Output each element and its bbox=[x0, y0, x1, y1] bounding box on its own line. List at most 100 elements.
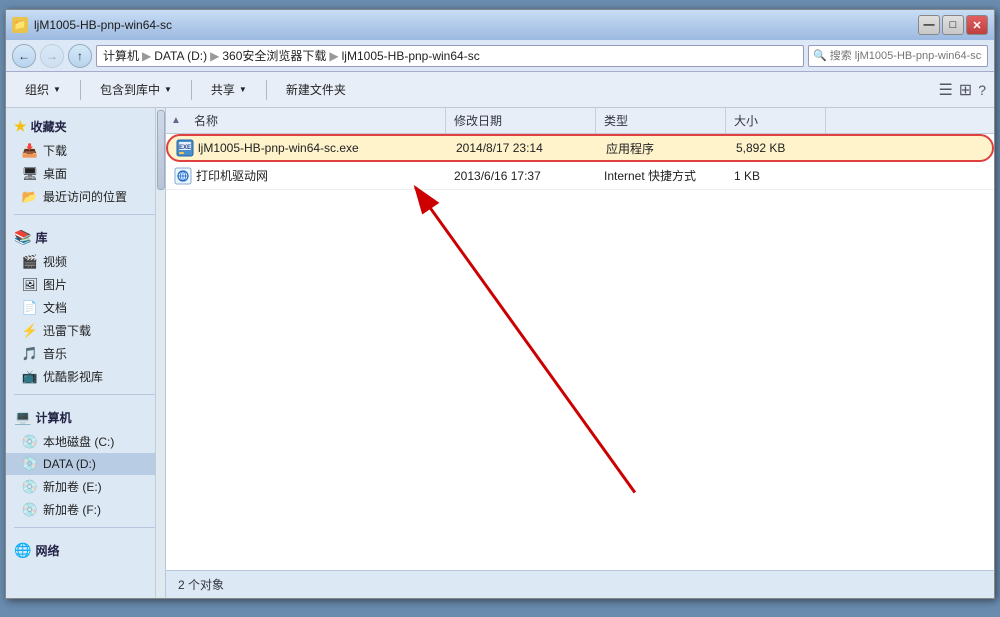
sidebar-item-label: 视频 bbox=[43, 253, 67, 270]
download-icon: 📥 bbox=[22, 143, 38, 159]
toolbar-separator bbox=[191, 80, 192, 100]
drive-c-icon: 💿 bbox=[22, 434, 38, 450]
file-row[interactable]: EXE ljM1005-HB-pnp-win64-sc.exe 2014/8/1… bbox=[166, 134, 994, 162]
sidebar-divider bbox=[14, 214, 157, 215]
sidebar-item-download[interactable]: 📥 下载 bbox=[6, 139, 165, 162]
sidebar-item-thunder[interactable]: ⚡ 迅雷下载 bbox=[6, 319, 165, 342]
col-header-type[interactable]: 类型 bbox=[596, 108, 726, 133]
drive-d-icon: 💿 bbox=[22, 456, 38, 472]
youku-icon: 📺 bbox=[22, 369, 38, 385]
include-button[interactable]: 包含到库中 ▼ bbox=[89, 76, 183, 104]
file-size-cell: 1 KB bbox=[726, 169, 826, 183]
favorites-header[interactable]: ★ 收藏夹 bbox=[6, 114, 165, 139]
new-folder-button[interactable]: 新建文件夹 bbox=[275, 76, 357, 104]
window-title: ljM1005-HB-pnp-win64-sc bbox=[34, 18, 918, 32]
sidebar-item-video[interactable]: 🎬 视频 bbox=[6, 250, 165, 273]
nav-bar: ← → ↑ 计算机 ▶ DATA (D:) ▶ 360安全浏览器下载 ▶ ljM… bbox=[6, 40, 994, 72]
file-name: 打印机驱动网 bbox=[196, 167, 268, 184]
sidebar-item-label: 本地磁盘 (C:) bbox=[43, 433, 114, 450]
network-label: 网络 bbox=[35, 542, 59, 559]
favorites-section: ★ 收藏夹 📥 下载 🖥 桌面 📂 最近访问的位置 bbox=[6, 108, 165, 210]
sidebar-item-desktop[interactable]: 🖥 桌面 bbox=[6, 162, 165, 185]
sidebar-divider bbox=[14, 527, 157, 528]
title-bar: 📁 ljM1005-HB-pnp-win64-sc — □ ✕ bbox=[6, 10, 994, 40]
sidebar-item-drive-e[interactable]: 💿 新加卷 (E:) bbox=[6, 475, 165, 498]
library-header[interactable]: 📚 库 bbox=[6, 225, 165, 250]
recent-icon: 📂 bbox=[22, 189, 38, 205]
sidebar-item-label: 音乐 bbox=[43, 345, 67, 362]
file-name-cell: EXE ljM1005-HB-pnp-win64-sc.exe bbox=[168, 139, 448, 157]
column-headers: ▲ 名称 修改日期 类型 大小 bbox=[166, 108, 994, 134]
sidebar-item-youku[interactable]: 📺 优酷影视库 bbox=[6, 365, 165, 388]
sidebar-item-drive-c[interactable]: 💿 本地磁盘 (C:) bbox=[6, 430, 165, 453]
sidebar-item-drive-d[interactable]: 💿 DATA (D:) bbox=[6, 453, 165, 475]
sidebar-item-label: 新加卷 (E:) bbox=[43, 478, 102, 495]
sidebar-item-label: 最近访问的位置 bbox=[43, 188, 127, 205]
breadcrumb-item[interactable]: DATA (D:) bbox=[154, 49, 207, 63]
col-header-date[interactable]: 修改日期 bbox=[446, 108, 596, 133]
breadcrumb-item[interactable]: ljM1005-HB-pnp-win64-sc bbox=[342, 49, 480, 63]
sidebar-scrollbar[interactable] bbox=[155, 108, 165, 598]
sidebar-item-label: 新加卷 (F:) bbox=[43, 501, 101, 518]
file-date-cell: 2014/8/17 23:14 bbox=[448, 141, 598, 155]
sidebar-item-drive-f[interactable]: 💿 新加卷 (F:) bbox=[6, 498, 165, 521]
documents-icon: 📄 bbox=[22, 300, 38, 316]
back-button[interactable]: ← bbox=[12, 44, 36, 68]
file-area: ▲ 名称 修改日期 类型 大小 EXE bbox=[166, 108, 994, 598]
file-name-cell: 打印机驱动网 bbox=[166, 167, 446, 185]
network-header[interactable]: 🌐 网络 bbox=[6, 538, 165, 563]
forward-button[interactable]: → bbox=[40, 44, 64, 68]
minimize-button[interactable]: — bbox=[918, 15, 940, 35]
drive-f-icon: 💿 bbox=[22, 502, 38, 518]
window-controls: — □ ✕ bbox=[918, 15, 988, 35]
network-section: 🌐 网络 bbox=[6, 532, 165, 565]
sidebar-item-music[interactable]: 🎵 音乐 bbox=[6, 342, 165, 365]
status-bar: 2 个对象 bbox=[166, 570, 994, 598]
sidebar-item-documents[interactable]: 📄 文档 bbox=[6, 296, 165, 319]
breadcrumb-sep: ▶ bbox=[210, 49, 219, 63]
svg-text:EXE: EXE bbox=[179, 145, 191, 151]
breadcrumb-sep: ▶ bbox=[142, 49, 151, 63]
red-arrow-annotation bbox=[166, 134, 994, 570]
sidebar-item-recent[interactable]: 📂 最近访问的位置 bbox=[6, 185, 165, 208]
sidebar-divider bbox=[14, 394, 157, 395]
search-input[interactable] bbox=[830, 50, 983, 62]
sidebar-item-pictures[interactable]: 🖼 图片 bbox=[6, 273, 165, 296]
breadcrumb[interactable]: 计算机 ▶ DATA (D:) ▶ 360安全浏览器下载 ▶ ljM1005-H… bbox=[96, 45, 804, 67]
video-icon: 🎬 bbox=[22, 254, 38, 270]
sort-indicator: ▲ bbox=[166, 115, 186, 126]
file-type-cell: 应用程序 bbox=[598, 140, 728, 157]
close-button[interactable]: ✕ bbox=[966, 15, 988, 35]
col-header-name[interactable]: 名称 bbox=[186, 108, 446, 133]
maximize-button[interactable]: □ bbox=[942, 15, 964, 35]
file-row[interactable]: 打印机驱动网 2013/6/16 17:37 Internet 快捷方式 1 K… bbox=[166, 162, 994, 190]
view-list-icon[interactable]: ☰ bbox=[938, 80, 952, 100]
search-bar: 🔍 bbox=[808, 45, 988, 67]
sidebar-item-label: 优酷影视库 bbox=[43, 368, 103, 385]
main-area: ★ 收藏夹 📥 下载 🖥 桌面 📂 最近访问的位置 bbox=[6, 108, 994, 598]
file-count: 2 个对象 bbox=[178, 576, 224, 593]
organize-button[interactable]: 组织 ▼ bbox=[14, 76, 72, 104]
breadcrumb-item[interactable]: 360安全浏览器下载 bbox=[222, 47, 326, 64]
network-icon: 🌐 bbox=[14, 542, 31, 559]
sidebar-item-label: 文档 bbox=[43, 299, 67, 316]
sidebar-scrollbar-thumb[interactable] bbox=[157, 110, 165, 190]
view-icon-icon[interactable]: ⊞ bbox=[959, 80, 972, 100]
toolbar: 组织 ▼ 包含到库中 ▼ 共享 ▼ 新建文件夹 ☰ ⊞ ? bbox=[6, 72, 994, 108]
computer-section: 💻 计算机 💿 本地磁盘 (C:) 💿 DATA (D:) 💿 新加卷 (E:)… bbox=[6, 399, 165, 523]
file-list: EXE ljM1005-HB-pnp-win64-sc.exe 2014/8/1… bbox=[166, 134, 994, 570]
file-date-cell: 2013/6/16 17:37 bbox=[446, 169, 596, 183]
sidebar-item-label: 桌面 bbox=[43, 165, 67, 182]
toolbar-separator bbox=[80, 80, 81, 100]
file-size-cell: 5,892 KB bbox=[728, 141, 828, 155]
search-icon: 🔍 bbox=[813, 49, 827, 62]
share-button[interactable]: 共享 ▼ bbox=[200, 76, 258, 104]
computer-header[interactable]: 💻 计算机 bbox=[6, 405, 165, 430]
music-icon: 🎵 bbox=[22, 346, 38, 362]
up-button[interactable]: ↑ bbox=[68, 44, 92, 68]
help-icon[interactable]: ? bbox=[978, 82, 986, 98]
col-header-size[interactable]: 大小 bbox=[726, 108, 826, 133]
url-file-icon bbox=[174, 167, 192, 185]
thunder-icon: ⚡ bbox=[22, 323, 38, 339]
breadcrumb-item[interactable]: 计算机 bbox=[103, 47, 139, 64]
